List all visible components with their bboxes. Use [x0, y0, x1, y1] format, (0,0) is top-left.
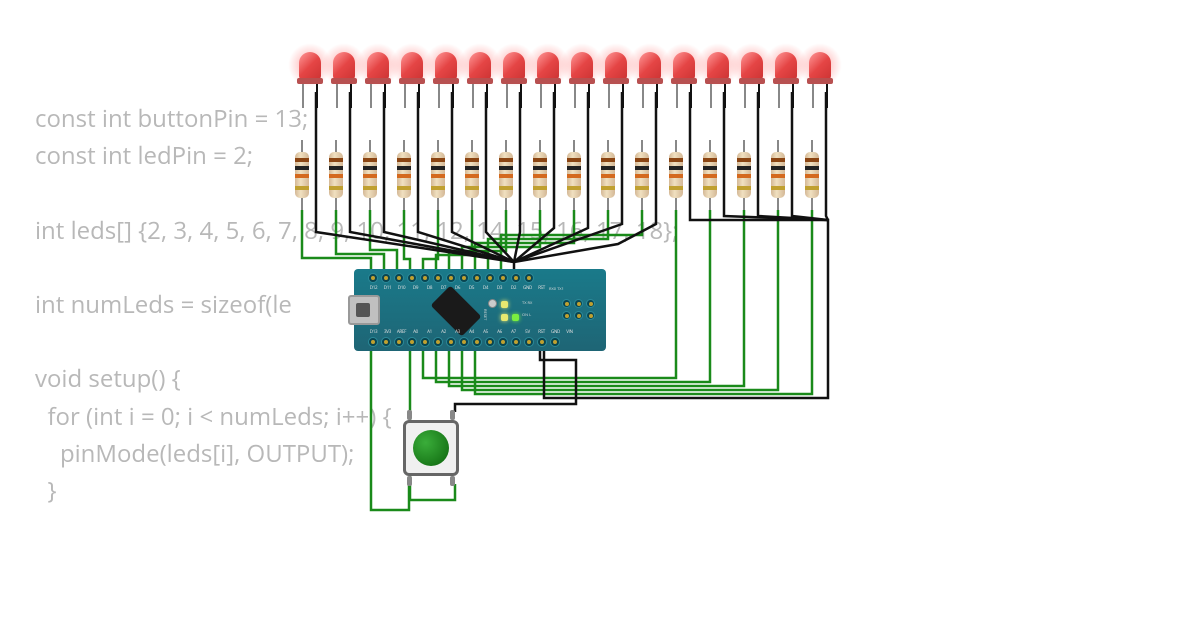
resistor-component: [431, 140, 461, 210]
resistor-component: [805, 140, 835, 210]
led-component: [669, 50, 699, 92]
pin-header-bottom: [368, 337, 560, 347]
led-component: [601, 50, 631, 92]
pin-header-top: [368, 273, 534, 283]
icsp-header: [562, 299, 596, 321]
reset-button-icon: [488, 299, 497, 308]
led-component: [635, 50, 665, 92]
circuit-diagram: D12D11D10D9D8D7D6D5D4D3D2GNDRST D133V3AR…: [0, 0, 1200, 630]
resistor-component: [737, 140, 767, 210]
led-component: [499, 50, 529, 92]
resistor-component: [635, 140, 665, 210]
resistor-component: [329, 140, 359, 210]
pin-labels-top: D12D11D10D9D8D7D6D5D4D3D2GNDRST: [368, 285, 547, 291]
pin-labels-bottom: D133V3AREFA0A1A2A3A4A5A6A75VRSTGNDVIN: [368, 329, 575, 335]
txrx-label: TX RX: [522, 301, 532, 306]
led-component: [295, 50, 325, 92]
led-component: [397, 50, 427, 92]
resistor-component: [397, 140, 427, 210]
resistor-component: [567, 140, 597, 210]
led-component: [431, 50, 461, 92]
led-component: [771, 50, 801, 92]
led-array: [295, 50, 835, 92]
resistor-component: [669, 140, 699, 210]
led-component: [533, 50, 563, 92]
button-housing: [403, 420, 459, 476]
arduino-nano-board[interactable]: D12D11D10D9D8D7D6D5D4D3D2GNDRST D133V3AR…: [354, 269, 606, 351]
onl-label: ON L: [522, 313, 531, 318]
push-button-component[interactable]: [403, 420, 459, 476]
led-component: [363, 50, 393, 92]
resistor-component: [533, 140, 563, 210]
led-component: [805, 50, 835, 92]
resistor-component: [363, 140, 393, 210]
resistor-array: [295, 140, 835, 210]
led-component: [703, 50, 733, 92]
resistor-component: [771, 140, 801, 210]
led-component: [465, 50, 495, 92]
button-cap-icon: [413, 430, 449, 466]
led-component: [737, 50, 767, 92]
resistor-component: [499, 140, 529, 210]
resistor-component: [601, 140, 631, 210]
resistor-component: [295, 140, 325, 210]
status-led-icon: [501, 314, 508, 321]
reset-label: RESET: [482, 309, 487, 320]
rxtx-label: RX0 TX1: [549, 287, 564, 292]
led-component: [567, 50, 597, 92]
status-led-icon: [501, 301, 508, 308]
power-led-icon: [512, 314, 519, 321]
led-component: [329, 50, 359, 92]
usb-port-icon: [348, 295, 380, 325]
resistor-component: [703, 140, 733, 210]
resistor-component: [465, 140, 495, 210]
